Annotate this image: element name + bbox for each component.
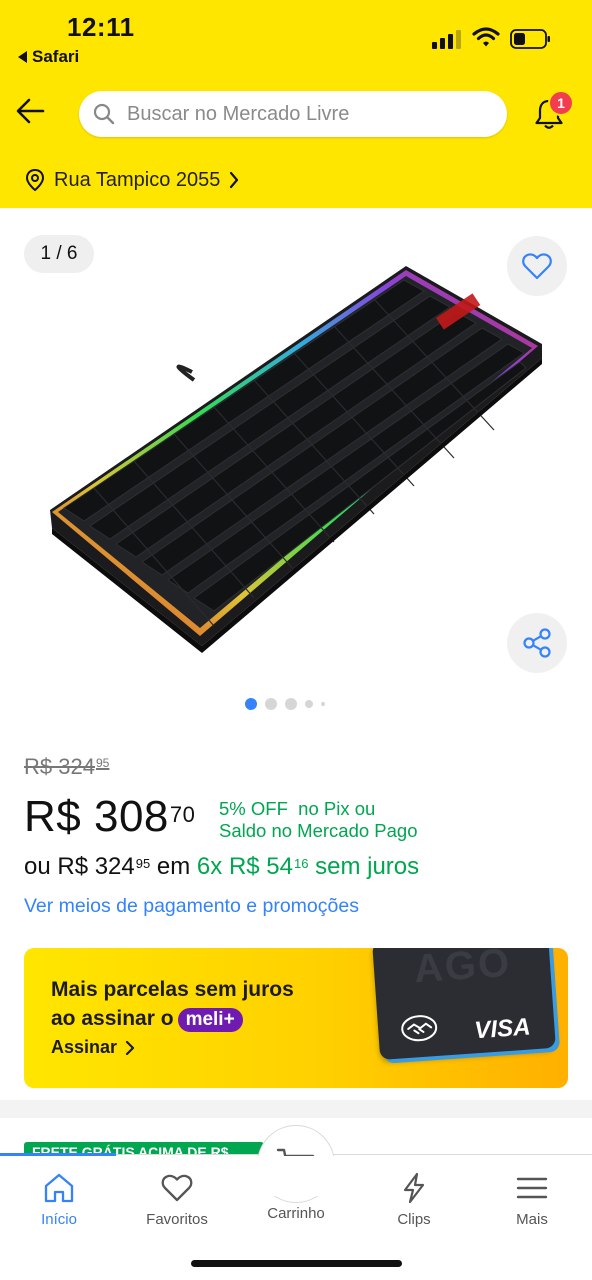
current-price: R$ 30870	[24, 792, 195, 842]
pix-discount-note: 5% OFF no Pix ou Saldo no Mercado Pago	[219, 798, 418, 842]
original-price: R$ 32495	[24, 754, 109, 780]
share-icon	[523, 628, 551, 658]
tab-label: Favoritos	[146, 1211, 208, 1228]
tab-inicio[interactable]: Início	[0, 1171, 118, 1228]
chevron-right-icon	[230, 171, 239, 189]
discount-line-1: 5% OFF no Pix ou	[219, 798, 376, 819]
installment-prefix: ou R$ 324	[24, 853, 135, 880]
promo-line-2-wrap: ao assinar o meli+	[51, 1004, 294, 1033]
notifications-badge: 1	[548, 90, 574, 116]
subscribe-label: Assinar	[51, 1037, 118, 1057]
search-icon	[93, 103, 115, 125]
tab-favoritos[interactable]: Favoritos	[118, 1171, 236, 1228]
search-bar[interactable]	[79, 91, 507, 137]
installment-suffix: sem juros	[308, 853, 420, 880]
product-image-keyboard[interactable]	[44, 258, 548, 656]
location-pin-icon	[25, 168, 45, 192]
installment-prefix-cents: 95	[135, 856, 151, 871]
battery-icon	[510, 29, 550, 49]
promo-line-1: Mais parcelas sem juros	[51, 978, 294, 1001]
address-label: Rua Tampico 2055	[54, 168, 221, 191]
section-divider	[0, 1100, 592, 1118]
home-indicator	[191, 1260, 402, 1267]
active-tab-indicator	[0, 1153, 116, 1156]
card-background-text: AGO	[412, 948, 513, 992]
subscribe-link[interactable]: Assinar	[51, 1037, 135, 1058]
current-price-main: R$ 308	[24, 792, 169, 841]
installment-mid: em	[150, 853, 197, 880]
search-input[interactable]	[127, 102, 487, 126]
tab-label: Clips	[397, 1211, 431, 1228]
heart-icon	[161, 1174, 193, 1202]
back-to-app-link[interactable]: Safari	[18, 47, 79, 67]
discount-line-2: Saldo no Mercado Pago	[219, 820, 418, 841]
meli-plus-badge: meli+	[177, 1008, 243, 1032]
menu-icon	[516, 1177, 548, 1199]
clips-icon	[403, 1172, 425, 1204]
gallery-pagination	[245, 698, 325, 710]
home-icon	[44, 1173, 74, 1203]
tab-label: Carrinho	[267, 1205, 325, 1222]
pagination-dot-active[interactable]	[245, 698, 257, 710]
promo-line-2: ao assinar o	[51, 1007, 174, 1030]
pagination-dot[interactable]	[265, 698, 277, 710]
pagination-dot[interactable]	[305, 700, 313, 708]
promo-title: Mais parcelas sem juros ao assinar o meli…	[51, 975, 294, 1033]
tab-mais[interactable]: Mais	[473, 1171, 591, 1228]
tab-clips[interactable]: Clips	[355, 1171, 473, 1228]
cart-bubble-mask	[250, 1156, 342, 1196]
pagination-dot[interactable]	[321, 702, 325, 706]
tab-carrinho[interactable]: Carrinho	[237, 1205, 355, 1222]
installment-plan-cents: 16	[293, 856, 309, 871]
card-brand-visa: VISA	[473, 1013, 532, 1045]
tab-label: Início	[41, 1211, 77, 1228]
current-price-cents: 70	[169, 802, 196, 827]
tab-label: Mais	[516, 1211, 548, 1228]
credit-card-image: AGO VISA	[372, 948, 556, 1060]
payment-methods-link[interactable]: Ver meios de pagamento e promoções	[24, 895, 359, 918]
meli-plus-promo-banner[interactable]: AGO VISA Mais parcelas sem juros ao assi…	[24, 948, 568, 1088]
share-button[interactable]	[507, 613, 567, 673]
cellular-signal-icon	[432, 30, 461, 49]
back-arrow-icon[interactable]	[14, 94, 48, 128]
back-triangle-icon	[18, 51, 27, 63]
status-time: 12:11	[67, 12, 135, 42]
mercado-handshake-logo-icon	[401, 1015, 438, 1042]
app-header: 12:11 Safari 1 Rua	[0, 0, 592, 208]
pagination-dot[interactable]	[285, 698, 297, 710]
installment-plan: 6x R$ 54	[196, 853, 293, 880]
installment-info: ou R$ 32495 em 6x R$ 5416 sem juros	[24, 853, 419, 881]
wifi-icon	[472, 27, 500, 47]
back-app-label: Safari	[32, 47, 80, 66]
original-price-cents: 95	[95, 755, 110, 770]
delivery-address[interactable]: Rua Tampico 2055	[24, 166, 240, 194]
chevron-right-icon	[125, 1040, 135, 1055]
original-price-main: R$ 324	[24, 754, 95, 779]
